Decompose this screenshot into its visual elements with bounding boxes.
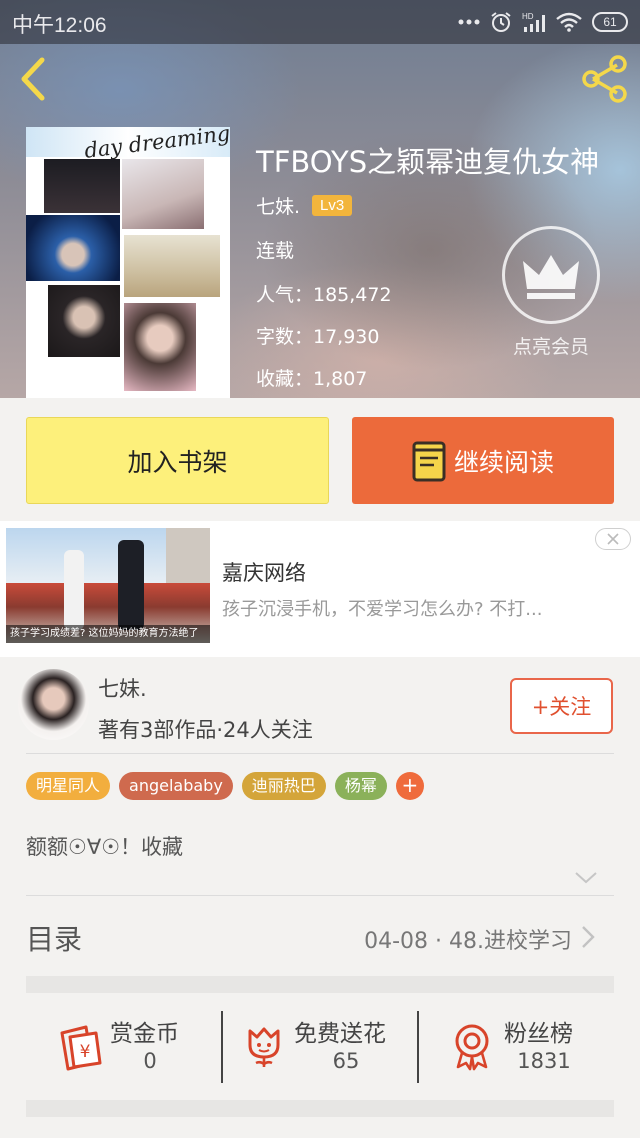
chevron-right-icon bbox=[582, 926, 595, 948]
book-icon bbox=[412, 441, 446, 481]
book-title: TFBOYS之颖幂迪复仇女神 bbox=[256, 145, 600, 179]
add-tag-button[interactable]: + bbox=[395, 772, 424, 800]
ad-close-button[interactable] bbox=[595, 528, 631, 550]
vip-label: 点亮会员 bbox=[512, 336, 589, 358]
book-cover[interactable] bbox=[26, 127, 230, 398]
continue-reading-label: 继续阅读 bbox=[453, 447, 554, 477]
expand-summary-button[interactable] bbox=[574, 870, 598, 884]
continue-reading-button[interactable]: 继续阅读 bbox=[352, 417, 614, 504]
book-summary: 额额☉∀☉！收藏 bbox=[26, 835, 184, 859]
ad-banner[interactable]: 孩子学习成绩差? 这位妈妈的教育方法绝了 嘉庆网络 孩子沉浸手机，不爱学习怎么办… bbox=[0, 521, 640, 657]
ad-image-building bbox=[166, 528, 210, 588]
ad-image-person bbox=[118, 540, 144, 630]
share-icon bbox=[582, 55, 627, 103]
back-arrow-icon bbox=[21, 57, 45, 101]
divider bbox=[26, 753, 614, 754]
stats-row: ¥ 赏金币 0 免费送花 65 粉丝榜 1831 bbox=[26, 1011, 614, 1085]
favorites-count: 收藏：1,807 bbox=[256, 368, 368, 390]
ad-image-person bbox=[64, 550, 84, 630]
free-flowers[interactable]: 免费送花 65 bbox=[242, 1011, 422, 1085]
tag-chip[interactable]: 明星同人 bbox=[26, 772, 111, 800]
book-detail-page: 中午12:06 HD 61 day dreaming TFBOYS之颖幂迪复仇女… bbox=[0, 0, 640, 1138]
latest-chapter: 04-08 · 48.进校学习 bbox=[364, 929, 572, 954]
more-dots-icon bbox=[458, 19, 480, 25]
section-spacer bbox=[26, 976, 614, 993]
level-badge: Lv3 bbox=[312, 195, 353, 216]
follow-button[interactable]: +关注 bbox=[510, 678, 613, 734]
fan-ranking-value: 1831 bbox=[517, 1049, 571, 1073]
book-header: 中午12:06 HD 61 day dreaming TFBOYS之颖幂迪复仇女… bbox=[0, 0, 640, 398]
chevron-down-icon bbox=[575, 872, 597, 884]
stats-separator bbox=[221, 1011, 223, 1083]
section-spacer bbox=[26, 1100, 614, 1117]
tag-list: 明星同人 angelababy 迪丽热巴 杨幂 + bbox=[26, 772, 424, 800]
divider bbox=[26, 895, 614, 896]
status-bar: 中午12:06 HD 61 bbox=[0, 0, 640, 44]
tag-chip[interactable]: angelababy bbox=[119, 772, 233, 800]
author-avatar[interactable] bbox=[18, 669, 89, 740]
cover-photo bbox=[124, 303, 196, 391]
wifi-icon bbox=[556, 12, 582, 32]
serial-status: 连载 bbox=[256, 240, 295, 262]
author-name[interactable]: 七妹. bbox=[98, 673, 147, 703]
status-time: 中午12:06 bbox=[12, 14, 107, 37]
stats-separator bbox=[417, 1011, 419, 1083]
author-section: 七妹. 著有3部作品·24人关注 +关注 明星同人 angelababy 迪丽热… bbox=[0, 658, 640, 1117]
tag-chip[interactable]: 迪丽热巴 bbox=[241, 772, 326, 800]
tag-chip[interactable]: 杨幂 bbox=[334, 772, 387, 800]
fan-ranking-label: 粉丝榜 bbox=[504, 1021, 573, 1047]
crown-icon bbox=[523, 255, 579, 299]
table-of-contents-row[interactable]: 目录 04-08 · 48.进校学习 bbox=[26, 906, 614, 970]
ad-description: 孩子沉浸手机，不爱学习怎么办? 不打... bbox=[222, 599, 543, 620]
flower-icon bbox=[248, 1027, 280, 1067]
author-name[interactable]: 七妹. bbox=[256, 192, 300, 219]
alarm-icon bbox=[491, 12, 511, 32]
ad-title: 嘉庆网络 bbox=[222, 561, 306, 585]
svg-text:HD: HD bbox=[522, 12, 534, 21]
toc-label: 目录 bbox=[26, 923, 83, 956]
popularity: 人气：185,472 bbox=[256, 284, 392, 306]
cover-photo bbox=[48, 285, 120, 357]
add-to-shelf-button[interactable]: 加入书架 bbox=[26, 417, 329, 504]
reward-coins[interactable]: ¥ 赏金币 0 bbox=[56, 1011, 216, 1085]
free-flowers-value: 65 bbox=[332, 1049, 360, 1073]
red-envelope-icon: ¥ bbox=[60, 1025, 102, 1071]
ad-image: 孩子学习成绩差? 这位妈妈的教育方法绝了 bbox=[6, 528, 210, 643]
close-icon bbox=[607, 533, 619, 545]
back-button[interactable] bbox=[14, 56, 54, 102]
cover-photo bbox=[124, 235, 220, 297]
fan-ranking[interactable]: 粉丝榜 1831 bbox=[450, 1011, 614, 1085]
reward-coins-value: 0 bbox=[143, 1049, 157, 1073]
free-flowers-label: 免费送花 bbox=[294, 1021, 386, 1047]
word-count: 字数：17,930 bbox=[256, 326, 380, 348]
battery-indicator: 61 bbox=[592, 12, 628, 32]
reward-coins-label: 赏金币 bbox=[110, 1021, 179, 1047]
cover-photo bbox=[122, 159, 204, 229]
author-line: 七妹. Lv3 bbox=[256, 192, 353, 219]
share-button[interactable] bbox=[580, 54, 630, 104]
vip-button[interactable] bbox=[502, 226, 600, 324]
cover-photo bbox=[44, 159, 120, 213]
signal-icon: HD bbox=[522, 12, 545, 32]
svg-text:¥: ¥ bbox=[80, 1042, 91, 1062]
status-icons: HD 61 bbox=[458, 10, 628, 34]
medal-icon bbox=[455, 1024, 489, 1071]
cover-photo bbox=[26, 215, 120, 281]
author-stats: 著有3部作品·24人关注 bbox=[98, 718, 313, 742]
action-bar: 加入书架 继续阅读 bbox=[0, 398, 640, 520]
ad-image-caption: 孩子学习成绩差? 这位妈妈的教育方法绝了 bbox=[6, 625, 210, 643]
